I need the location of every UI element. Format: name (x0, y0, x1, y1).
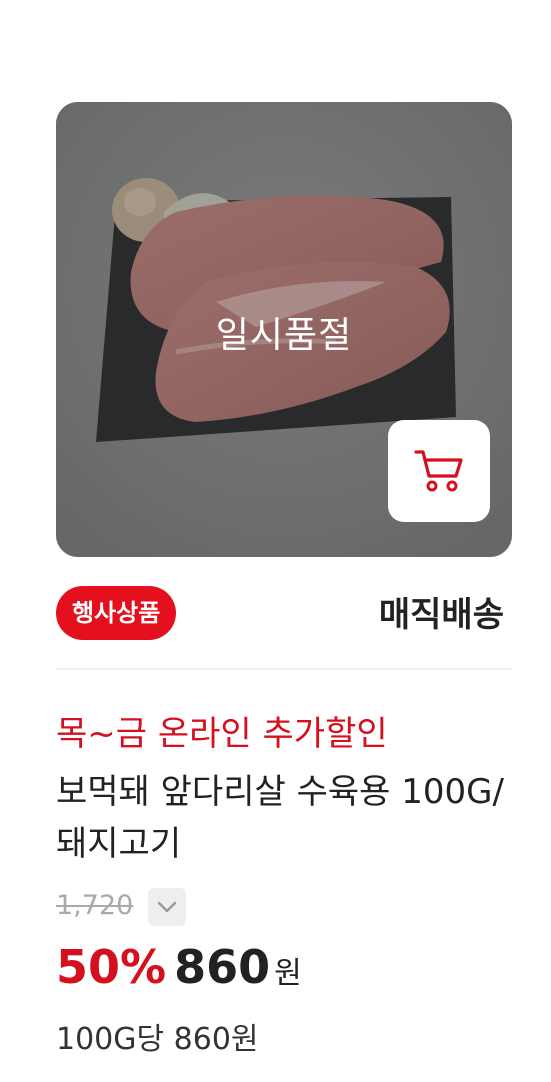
unit-price: 100G당 860원 (56, 1022, 259, 1057)
tags-row: 행사상품 매직배송 (56, 583, 512, 643)
discount-rate: 50% (56, 940, 167, 994)
price-detail-toggle[interactable] (148, 888, 186, 926)
event-badge: 행사상품 (56, 586, 177, 640)
chevron-down-icon (157, 901, 177, 913)
delivery-type-label: 매직배송 (378, 595, 504, 635)
sale-price: 860 (174, 940, 271, 994)
product-card[interactable]: 일시품절 행사상품 매직배송 목~금 온라인 추가할인 보먹돼 앞다리살 수육용… (56, 102, 512, 1057)
soldout-label: 일시품절 (215, 315, 353, 356)
product-image[interactable]: 일시품절 (56, 102, 512, 557)
price-row: 50% 860 원 (56, 940, 302, 1000)
original-price-row: 1,720 (56, 888, 256, 928)
divider (56, 668, 512, 670)
original-price: 1,720 (56, 890, 134, 921)
currency-unit: 원 (274, 956, 302, 991)
add-to-cart-button[interactable] (388, 420, 490, 522)
promo-text: 목~금 온라인 추가할인 (56, 714, 388, 754)
shopping-cart-icon (414, 450, 463, 492)
product-name[interactable]: 보먹돼 앞다리살 수육용 100G/돼지고기 (56, 766, 506, 870)
